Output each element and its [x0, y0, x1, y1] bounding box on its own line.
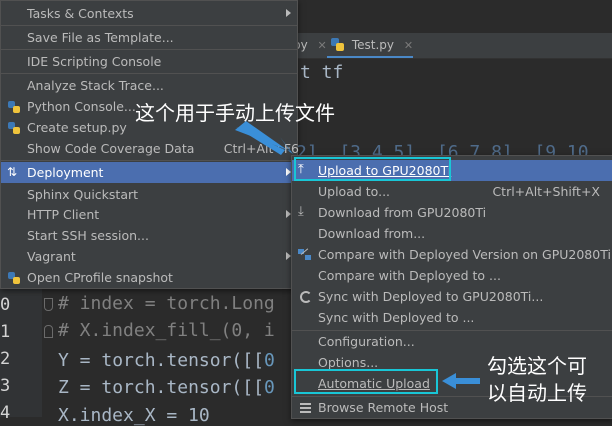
arrow-to-automatic-upload [442, 373, 480, 389]
annotation-arrows [235, 121, 480, 389]
arrow-to-upload [235, 121, 293, 154]
